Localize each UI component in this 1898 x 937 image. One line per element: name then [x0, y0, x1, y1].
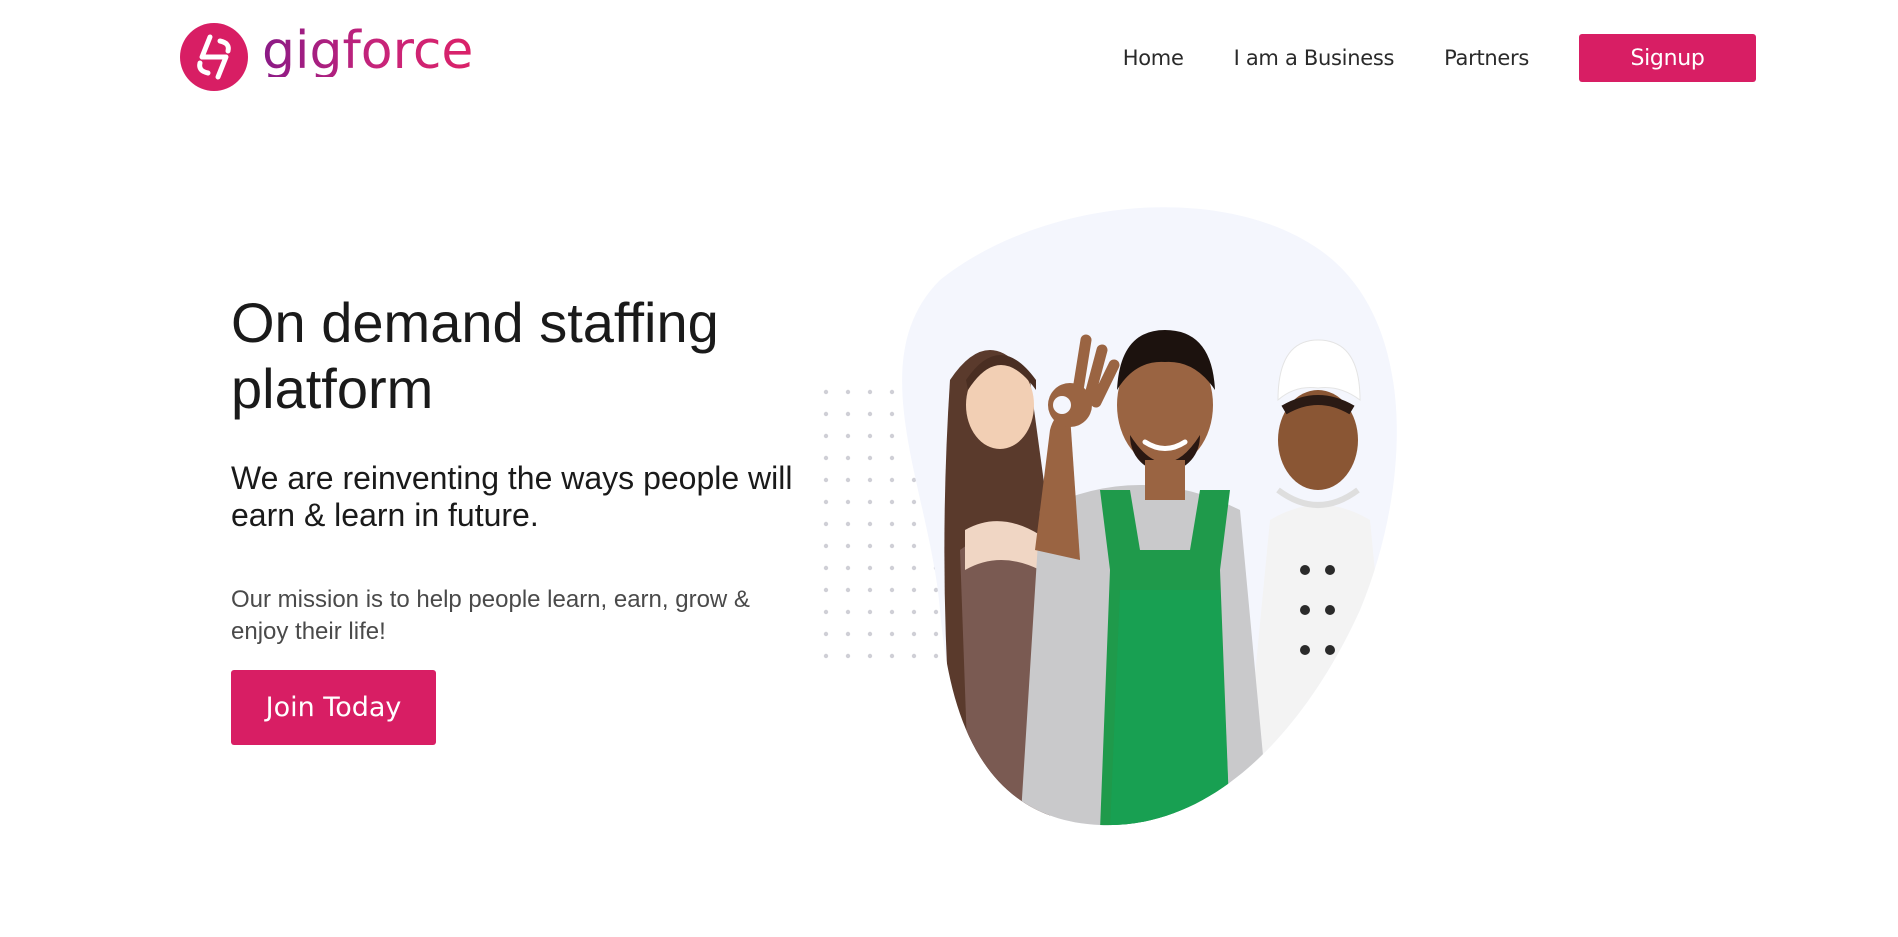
logo-wordmark: gigforce — [262, 21, 474, 81]
logo-link[interactable]: gigforce — [180, 22, 473, 92]
nav-home[interactable]: Home — [1123, 46, 1184, 70]
site-header: gigforce Home I am a Business Partners S… — [0, 0, 1898, 115]
page: gigforce Home I am a Business Partners S… — [0, 0, 1898, 937]
nav-business[interactable]: I am a Business — [1234, 46, 1395, 70]
hero-mission: Our mission is to help people learn, ear… — [231, 586, 750, 645]
accent-circle — [1318, 675, 1397, 791]
signup-button[interactable]: Signup — [1579, 34, 1756, 82]
hero-illustration — [800, 190, 1500, 840]
join-today-button[interactable]: Join Today — [231, 670, 436, 745]
gigforce-logo-icon — [180, 23, 248, 91]
workers-illustration-icon — [808, 207, 1397, 826]
nav-partners[interactable]: Partners — [1444, 46, 1529, 70]
hero-title: On demand staffing platform — [231, 291, 719, 420]
main-nav: Home I am a Business Partners Signup — [1123, 34, 1756, 82]
hero-subtitle: We are reinventing the ways people will … — [231, 460, 793, 533]
